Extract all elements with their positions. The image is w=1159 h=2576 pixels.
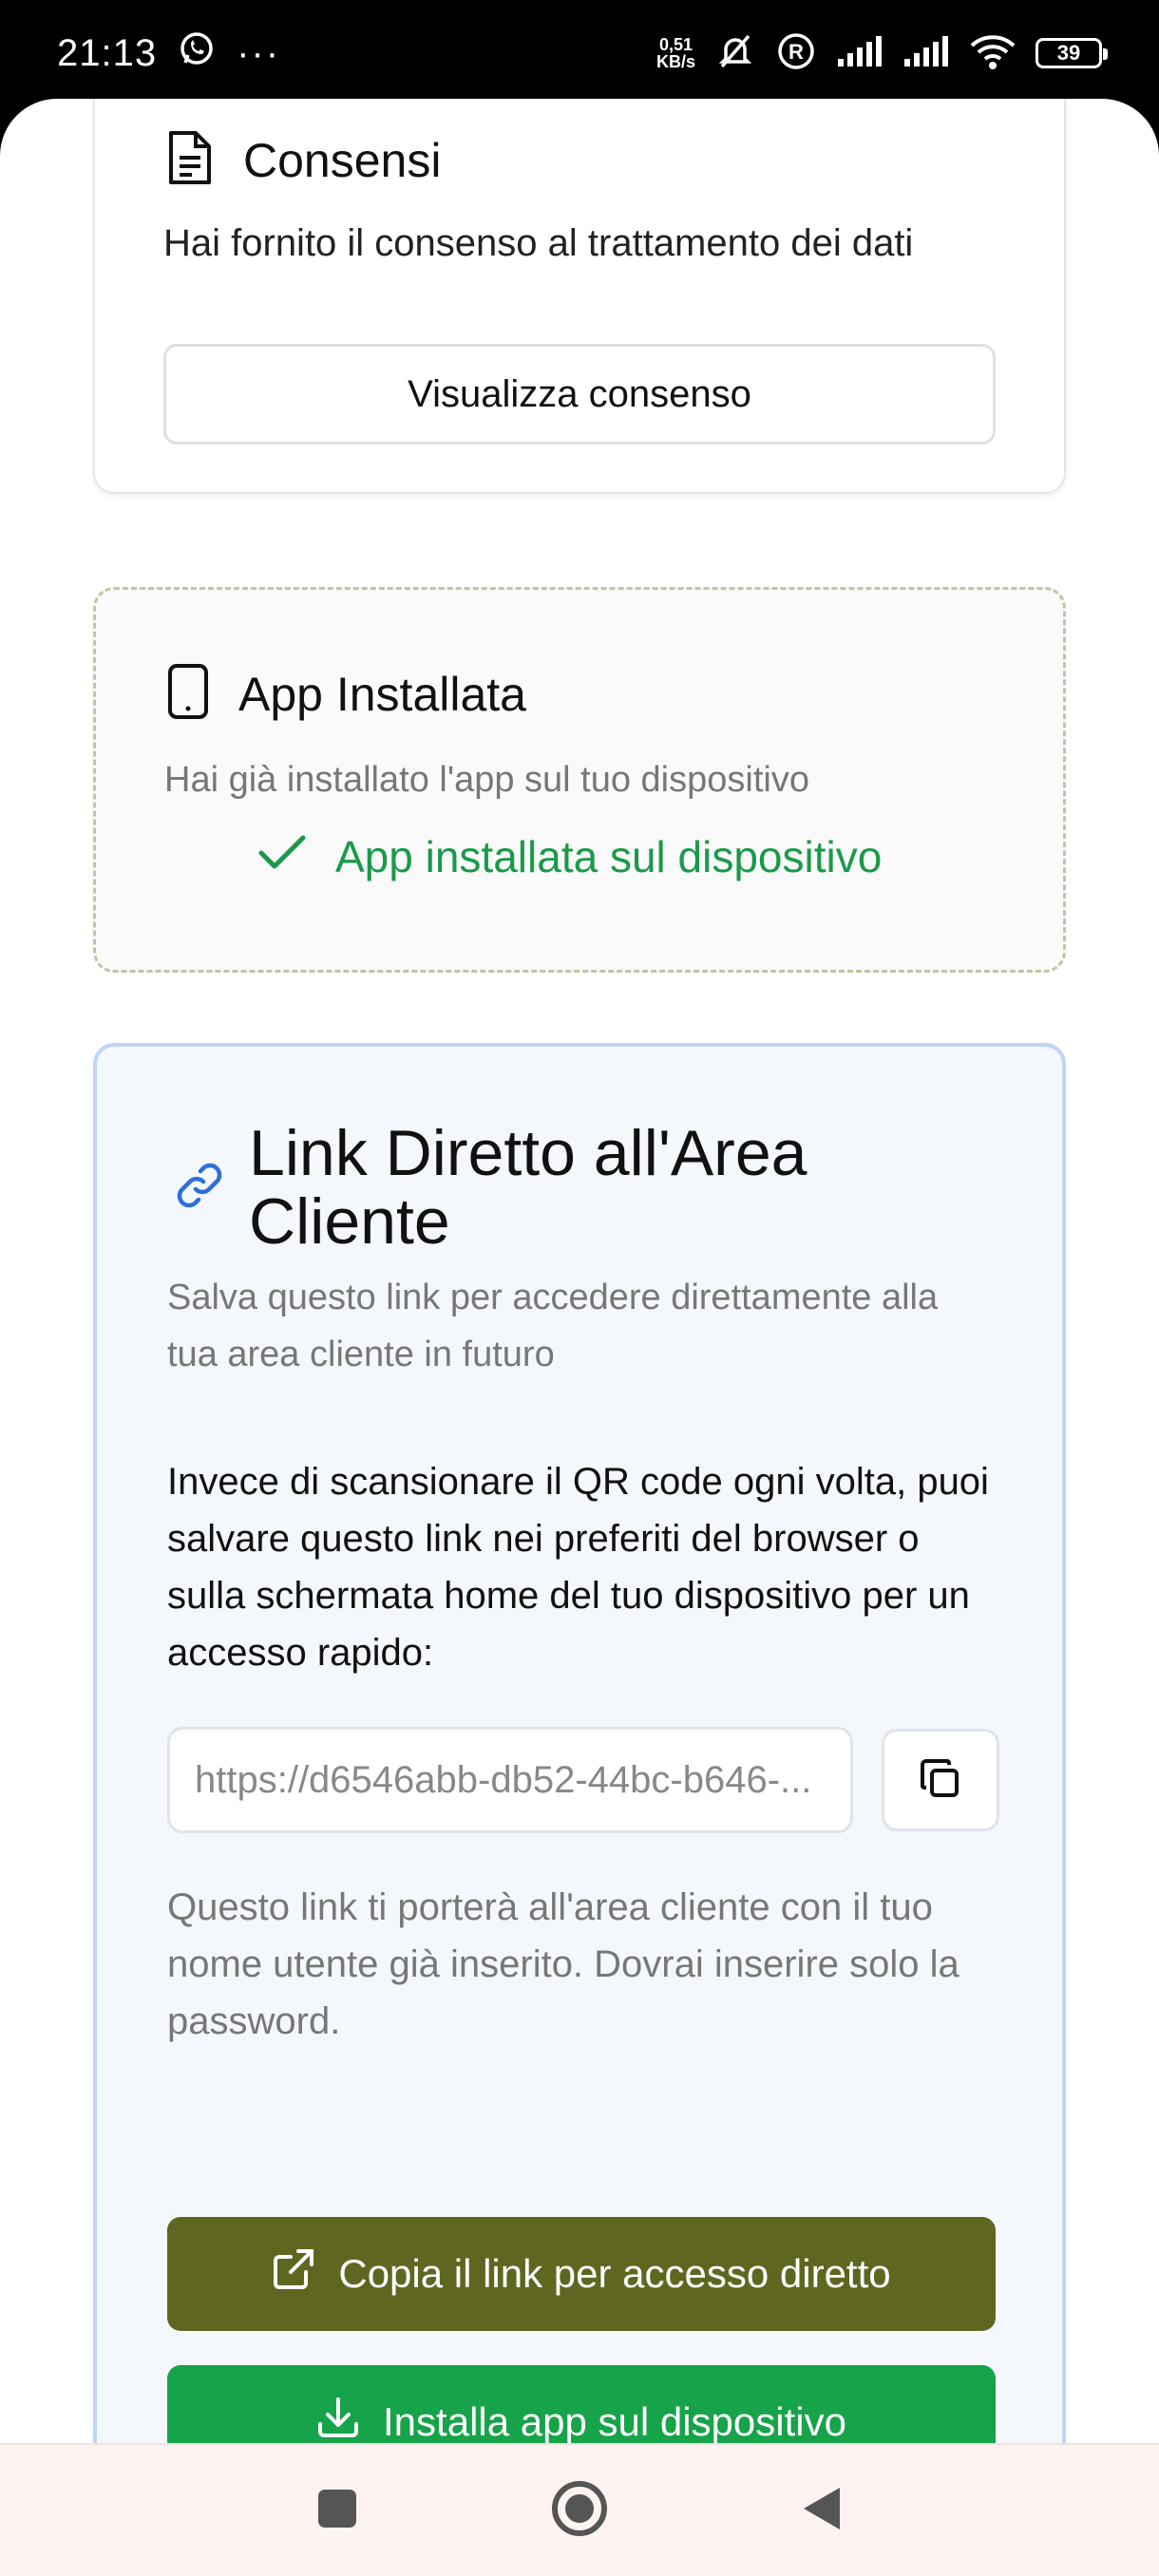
copy-direct-link-button[interactable]: Copia il link per accesso diretto [167,2217,996,2331]
smartphone-icon [164,662,212,726]
document-icon [163,129,217,191]
download-icon [316,2396,360,2443]
copy-url-button[interactable] [882,1729,999,1831]
system-navigation-bar [0,2443,1159,2576]
link-card-title: Link Diretto all'Area Cliente [249,1117,808,1258]
registered-icon: R [775,30,817,77]
status-time: 21:13 [57,31,158,74]
install-app-label: Installa app sul dispositivo [383,2399,846,2443]
link-title-row: Link Diretto all'Area Cliente [173,1119,914,1256]
status-left: 21:13 ··· [57,29,280,77]
link-card-body: Invece di scansionare il QR code ogni vo… [167,1461,989,1674]
app-installed-title: App Installata [238,667,526,721]
consent-card: Consensi Hai fornito il consenso al trat… [93,99,1066,494]
copy-icon [917,1755,964,1806]
whatsapp-icon [178,29,216,77]
link-icon [173,1159,226,1217]
recents-button[interactable] [315,2487,359,2535]
net-speed-unit: KB/s [656,52,695,71]
app-title-row: App Installata [164,662,526,726]
check-icon [257,831,307,882]
consent-text: Hai fornito il consenso al trattamento d… [163,222,914,264]
status-bar: 21:13 ··· 0,51 KB/s R 39 [0,0,1159,106]
back-button[interactable] [800,2484,844,2538]
external-link-icon [272,2247,315,2301]
battery-indicator: 39 [1036,38,1108,68]
app-screen: Consensi Hai fornito il consenso al trat… [0,99,1159,2443]
wifi-icon [969,32,1016,75]
direct-link-card: Link Diretto all'Area Cliente Salva ques… [93,1043,1066,2443]
copy-direct-link-label: Copia il link per accesso diretto [338,2251,891,2296]
view-consent-button[interactable]: Visualizza consenso [163,344,996,445]
consent-title: Consensi [243,133,442,187]
net-speed-value: 0,51 [658,35,694,54]
signal-icon-2 [902,34,950,73]
status-right: 0,51 KB/s R 39 [656,30,1108,77]
more-notifications-icon: ··· [237,31,281,74]
direct-link-url-field[interactable]: https://d6546abb-db52-44bc-b646-... [167,1727,853,1833]
app-installed-card: App Installata Hai già installato l'app … [93,587,1066,973]
installed-status-text: App installata sul dispositivo [335,832,883,881]
home-button[interactable] [549,2478,610,2544]
app-installed-description: Hai già installato l'app sul tuo disposi… [164,760,809,800]
net-speed: 0,51 KB/s [656,36,695,70]
bell-muted-icon [714,30,756,77]
installed-status: App installata sul dispositivo [257,831,882,882]
consent-title-row: Consensi [163,129,441,191]
signal-icon [836,34,884,73]
install-app-button[interactable]: Installa app sul dispositivo [167,2365,996,2443]
link-card-description: Salva questo link per accedere direttame… [167,1278,939,1374]
link-card-note: Questo link ti porterà all'area cliente … [167,1886,960,2042]
svg-text:R: R [788,40,804,64]
